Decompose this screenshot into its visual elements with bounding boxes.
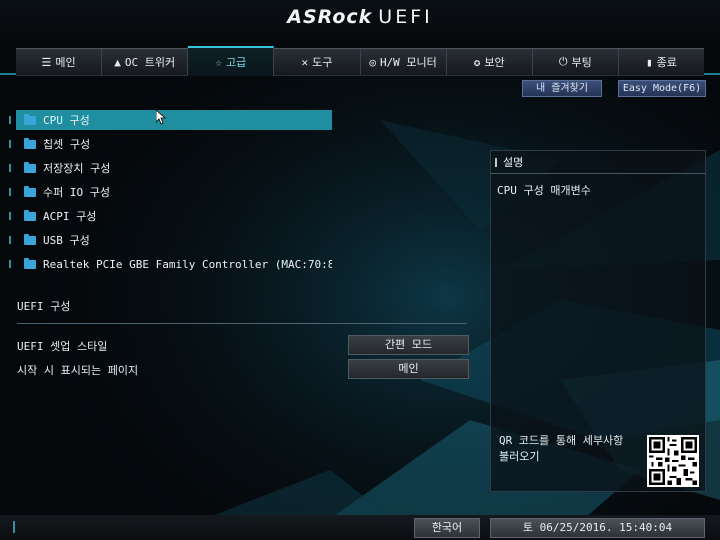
tab-label: H/W 모니터: [379, 56, 437, 69]
tab-boot[interactable]: ⏻ 부팅: [533, 49, 619, 75]
shield-icon: ✪: [473, 55, 481, 69]
folder-icon: [24, 257, 36, 269]
menu-item-label: 칩셋 구성: [43, 138, 91, 151]
tab-tools[interactable]: ✕ 도구: [274, 49, 361, 75]
tab-security[interactable]: ✪ 보안: [447, 49, 533, 75]
tools-icon: ✕: [301, 55, 309, 69]
monitor-icon: ◎: [369, 55, 376, 69]
tab-advanced[interactable]: ☆ 고급: [188, 46, 275, 76]
easy-mode-button[interactable]: Easy Mode(F6): [618, 80, 706, 97]
tab-hw-monitor[interactable]: ◎ H/W 모니터: [361, 49, 447, 75]
startup-page-label: 시작 시 표시되는 페이지: [17, 364, 139, 377]
row-marker: [9, 212, 11, 220]
tab-exit[interactable]: ▮ 종료: [619, 49, 704, 75]
mouse-cursor-icon: [156, 110, 167, 125]
folder-icon: [24, 113, 36, 125]
status-bar: 한국어 토 06/25/2016. 15:40:04: [0, 515, 720, 540]
setup-style-label: UEFI 셋업 스타일: [17, 340, 108, 353]
menu-item-label: Realtek PCIe GBE Family Controller (MAC:…: [43, 257, 332, 271]
description-title: 설명: [503, 156, 524, 169]
setup-style-select[interactable]: 간편 모드: [348, 335, 469, 355]
uefi-config-title: UEFI 구성: [17, 300, 71, 313]
folder-icon: [24, 137, 36, 149]
menu-item-cpu-config[interactable]: CPU 구성: [16, 110, 332, 130]
power-icon: ⏻: [558, 55, 568, 68]
description-panel: 설명 CPU 구성 매개변수 QR 코드를 통해 세부사항 불러오기: [490, 150, 706, 492]
folder-icon: [24, 209, 36, 221]
tab-label: 고급: [226, 56, 247, 69]
menu-item-usb-config[interactable]: USB 구성: [16, 230, 332, 250]
description-header: 설명: [491, 151, 705, 174]
tab-bar: ☰ 메인 ▲ OC 트위커 ☆ 고급 ✕ 도구 ◎ H/W 모니터 ✪ 보안 ⏻ 부팅 ▮ 종료: [16, 46, 704, 76]
list-icon: ☰: [41, 55, 52, 69]
star-icon: ☆: [215, 55, 222, 69]
menu-item-realtek-controller[interactable]: Realtek PCIe GBE Family Controller (MAC:…: [16, 254, 332, 274]
row-marker: [9, 164, 11, 172]
menu-item-label: ACPI 구성: [43, 210, 97, 223]
folder-icon: [24, 161, 36, 173]
menu-item-label: 저장장치 구성: [43, 162, 111, 175]
rocket-icon: ▲: [114, 55, 121, 69]
menu-item-acpi-config[interactable]: ACPI 구성: [16, 206, 332, 226]
advanced-menu: CPU 구성 칩셋 구성 저장장치 구성 수퍼 IO 구성 ACPI 구성 US…: [16, 110, 332, 278]
exit-icon: ▮: [646, 55, 653, 69]
menu-item-chipset-config[interactable]: 칩셋 구성: [16, 134, 332, 154]
brand-logo: ASRock UEFI: [0, 6, 720, 28]
description-text: CPU 구성 매개변수: [497, 184, 591, 197]
tab-label: 메인: [55, 56, 76, 69]
row-marker: [9, 140, 11, 148]
favorites-button[interactable]: 내 즐겨찾기: [522, 80, 602, 97]
product-name: UEFI: [378, 6, 433, 28]
tab-label: 부팅: [571, 56, 592, 69]
folder-icon: [24, 233, 36, 245]
datetime-display: 토 06/25/2016. 15:40:04: [490, 518, 705, 538]
row-marker: [13, 521, 15, 533]
tab-label: 도구: [312, 56, 333, 69]
menu-item-storage-config[interactable]: 저장장치 구성: [16, 158, 332, 178]
row-marker: [9, 188, 11, 196]
tab-label: 종료: [656, 56, 677, 69]
menu-item-label: CPU 구성: [43, 114, 90, 127]
header-marker: [495, 157, 497, 167]
brand-name: ASRock: [287, 6, 373, 28]
tab-label: 보안: [484, 56, 505, 69]
qr-caption: QR 코드를 통해 세부사항 불러오기: [499, 434, 624, 463]
qr-code-icon[interactable]: [647, 435, 699, 487]
section-divider: [17, 323, 467, 324]
tab-label: OC 트위커: [124, 56, 176, 69]
tab-main[interactable]: ☰ 메인: [16, 49, 103, 75]
row-marker: [9, 236, 11, 244]
header: ASRock UEFI: [0, 0, 720, 46]
menu-item-label: USB 구성: [43, 234, 90, 247]
row-marker: [9, 116, 11, 124]
tab-oc-tweaker[interactable]: ▲ OC 트위커: [102, 49, 189, 75]
menu-item-label: 수퍼 IO 구성: [43, 186, 110, 199]
language-button[interactable]: 한국어: [414, 518, 480, 538]
folder-icon: [24, 185, 36, 197]
startup-page-select[interactable]: 메인: [348, 359, 469, 379]
row-marker: [9, 260, 11, 268]
menu-item-super-io-config[interactable]: 수퍼 IO 구성: [16, 182, 332, 202]
